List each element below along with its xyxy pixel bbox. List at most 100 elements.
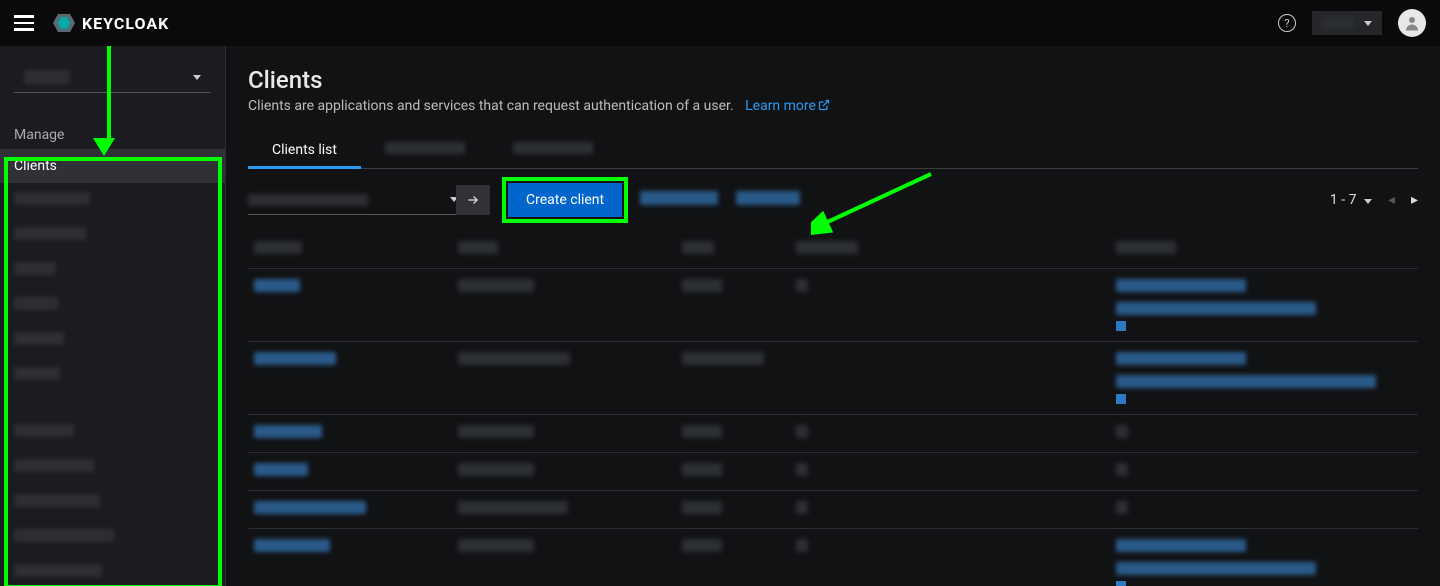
cell-client-id[interactable] [254,279,454,296]
create-client-button[interactable]: Create client [508,183,622,217]
realm-selector[interactable] [14,62,211,93]
row-actions-button[interactable]: ⋮ [1430,463,1440,479]
cell [682,425,792,442]
table-row: ⋮ [248,491,1418,529]
cell [458,539,678,556]
next-page-button[interactable]: ▸ [1411,192,1418,208]
cell [1116,352,1426,404]
cell [682,463,792,480]
tabs: Clients list [248,132,1418,169]
sidebar-item[interactable] [0,218,225,253]
search-input[interactable] [248,185,458,215]
cell [458,463,678,480]
header-left: KEYCLOAK [14,11,169,35]
cell-client-id[interactable] [254,501,454,518]
header-dropdown[interactable] [1312,11,1382,35]
cell [1116,463,1426,480]
row-actions-button[interactable]: ⋮ [1430,279,1440,295]
tab-item[interactable] [489,132,617,168]
sidebar-item[interactable] [0,253,225,288]
cell [682,539,792,556]
sidebar-item[interactable] [0,485,225,520]
cell-client-id[interactable] [254,539,454,556]
pagination: 1 - 7 ◂ ▸ [1330,192,1418,208]
cell [682,352,792,369]
toolbar-link[interactable] [640,191,718,209]
external-link-icon [818,99,830,111]
col-header [1116,241,1426,258]
clients-table: ⋮ ⋮ ⋮ [248,231,1418,586]
cell-client-id[interactable] [254,352,454,369]
app-header: KEYCLOAK ? [0,0,1440,46]
cell [682,501,792,518]
brand-name: KEYCLOAK [82,14,169,33]
sidebar-item[interactable] [0,415,225,450]
cell [458,279,678,296]
table-header-row [248,231,1418,269]
page-title: Clients [248,66,1418,94]
sidebar-item[interactable] [0,450,225,485]
arrow-right-icon [466,193,480,207]
toolbar: Create client 1 - 7 ◂ ▸ [248,169,1418,231]
cell [796,501,1112,518]
cell [1116,539,1426,586]
table-row: ⋮ [248,415,1418,453]
cell [1116,279,1426,331]
cell [458,501,678,518]
cell [796,425,1112,442]
learn-more-link[interactable]: Learn more [745,98,830,114]
col-header [796,241,1112,258]
sidebar-item[interactable] [0,555,225,586]
cell [458,425,678,442]
sidebar-item[interactable] [0,288,225,323]
table-row: ⋮ [248,453,1418,491]
content: Clients Clients are applications and ser… [226,46,1440,586]
cell [796,463,1112,480]
cell [1116,425,1426,442]
col-header [458,241,678,258]
row-actions-button[interactable]: ⋮ [1430,539,1440,555]
help-icon[interactable]: ? [1278,14,1296,32]
create-client-wrap: Create client [508,183,622,217]
row-actions-button[interactable]: ⋮ [1430,352,1440,368]
menu-toggle-button[interactable] [14,15,34,31]
cell [458,352,678,369]
table-row: ⋮ [248,529,1418,586]
sidebar-section-label: Manage [0,121,225,149]
row-actions-button[interactable]: ⋮ [1430,501,1440,517]
cell-client-id[interactable] [254,463,454,480]
cell [682,279,792,296]
brand-logo: KEYCLOAK [52,11,169,35]
cell [796,279,1112,296]
table-row: ⋮ [248,269,1418,342]
cell [1116,501,1426,518]
sidebar-item-label: Clients [14,158,57,174]
table-row: ⋮ [248,342,1418,415]
sidebar-item[interactable] [0,183,225,218]
sidebar-item-clients[interactable]: Clients [0,149,225,183]
sidebar-item[interactable] [0,520,225,555]
tab-clients-list[interactable]: Clients list [248,132,361,168]
pagination-range[interactable]: 1 - 7 [1330,192,1372,208]
user-avatar[interactable] [1398,9,1426,37]
row-actions-button[interactable]: ⋮ [1430,425,1440,441]
col-header [682,241,792,258]
chevron-down-icon [193,75,201,80]
header-right: ? [1278,9,1426,37]
cell-client-id[interactable] [254,425,454,442]
search-button[interactable] [456,185,490,215]
chevron-down-icon [1364,21,1372,26]
keycloak-logo-icon [52,11,76,35]
tab-item[interactable] [361,132,489,168]
sidebar-item[interactable] [0,323,225,358]
toolbar-link[interactable] [736,191,800,209]
cell [796,539,1112,556]
page-subtitle: Clients are applications and services th… [248,98,1418,114]
body: Manage Clients Clients Clients are appli… [0,46,1440,586]
person-icon [1403,14,1421,32]
chevron-down-icon [1364,199,1372,204]
sidebar-item[interactable] [0,358,225,393]
sidebar: Manage Clients [0,46,226,586]
col-header [254,241,454,258]
prev-page-button: ◂ [1388,192,1395,208]
